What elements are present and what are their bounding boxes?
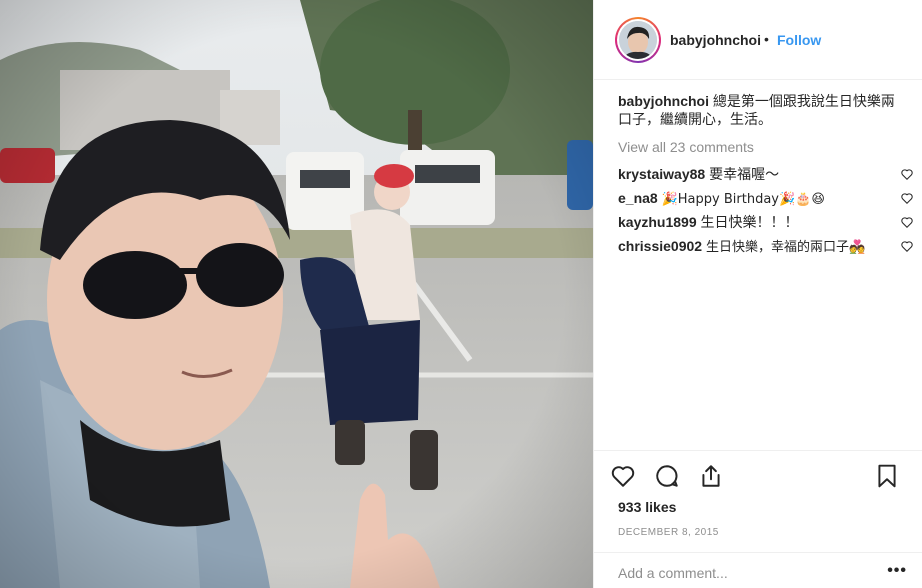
post-side-panel: babyjohnchoi • Follow babyjohnchoi 總是第一個… <box>593 0 922 588</box>
speech-bubble-icon[interactable] <box>654 463 680 489</box>
share-icon[interactable] <box>698 463 724 489</box>
avatar[interactable] <box>615 17 661 63</box>
add-comment-bar: ••• <box>594 552 922 588</box>
post-header: babyjohnchoi • Follow <box>594 0 922 80</box>
add-comment-input[interactable] <box>618 565 868 581</box>
comment-username[interactable]: e_na8 <box>618 190 658 206</box>
post-username[interactable]: babyjohnchoi <box>670 32 761 48</box>
caption-username[interactable]: babyjohnchoi <box>618 93 709 109</box>
comment-username[interactable]: kayzhu1899 <box>618 214 697 230</box>
comment-item: krystaiway88 要幸福喔～ <box>618 165 913 189</box>
heart-icon[interactable] <box>900 215 914 229</box>
view-all-comments-link[interactable]: View all 23 comments <box>618 138 908 156</box>
avatar-image <box>619 21 657 59</box>
comments-section: babyjohnchoi 總是第一個跟我說生日快樂兩口子，繼續開心，生活。 Vi… <box>618 92 913 261</box>
comment-item: kayzhu1899 生日快樂！！！ <box>618 213 913 237</box>
post-actions-bar <box>594 450 922 498</box>
post-caption: babyjohnchoi 總是第一個跟我說生日快樂兩口子，繼續開心，生活。 <box>618 92 908 128</box>
comment-text: 生日快樂，幸福的兩口子💑 <box>705 240 866 255</box>
photo-image <box>0 0 593 588</box>
comment-item: chrissie0902 生日快樂，幸福的兩口子💑 <box>618 237 913 261</box>
comment-username[interactable]: chrissie0902 <box>618 238 702 254</box>
likes-count[interactable]: 933 likes <box>618 499 676 515</box>
separator-dot: • <box>764 31 769 47</box>
comment-item: e_na8 🎉Happy Birthday🎉🎂😆 <box>618 189 913 213</box>
heart-icon[interactable] <box>900 191 914 205</box>
bookmark-icon[interactable] <box>874 463 900 489</box>
post-photo[interactable] <box>0 0 593 588</box>
heart-icon[interactable] <box>610 463 636 489</box>
post-date[interactable]: DECEMBER 8, 2015 <box>618 527 719 538</box>
heart-icon[interactable] <box>900 239 914 253</box>
follow-button[interactable]: Follow <box>777 32 821 48</box>
more-options-icon[interactable]: ••• <box>887 562 907 580</box>
comment-text: 要幸福喔～ <box>709 166 780 182</box>
comment-username[interactable]: krystaiway88 <box>618 166 705 182</box>
heart-icon[interactable] <box>900 167 914 181</box>
comment-text: 生日快樂！！！ <box>700 214 799 230</box>
comment-text: 🎉Happy Birthday🎉🎂😆 <box>661 192 825 207</box>
